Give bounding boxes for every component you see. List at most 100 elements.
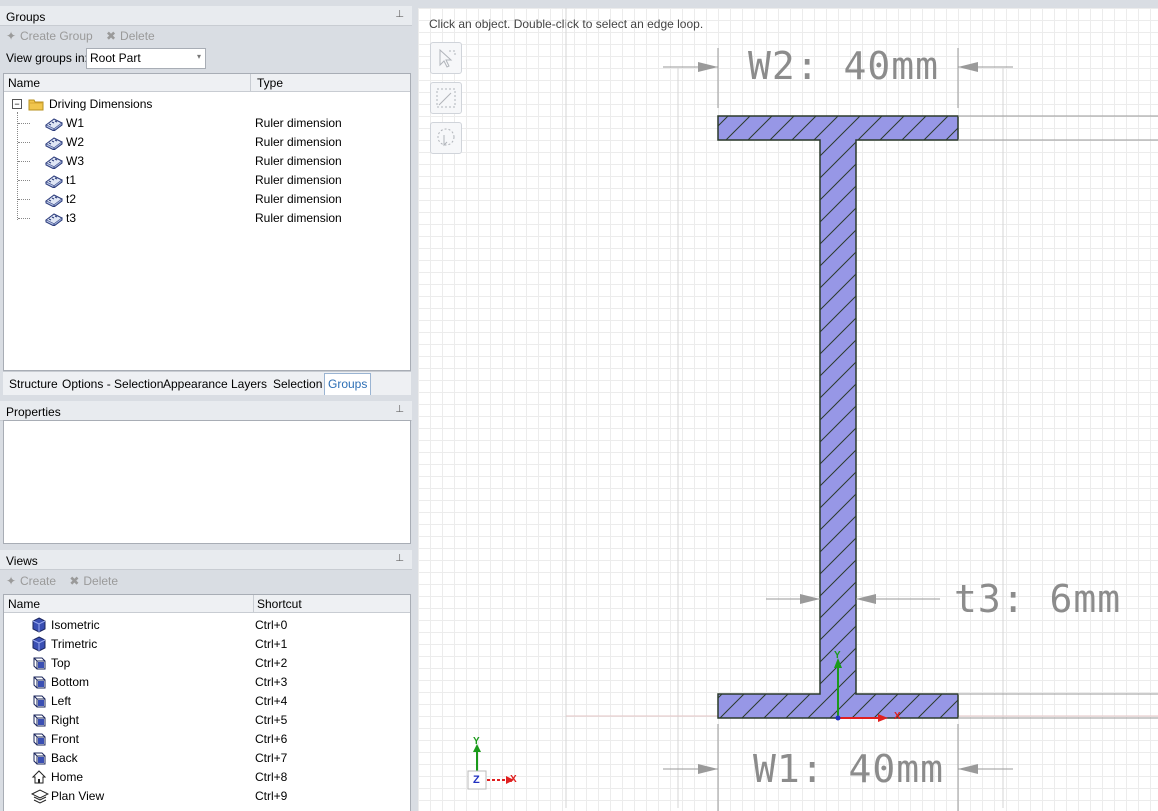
group-item-type: Ruler dimension (255, 116, 342, 130)
view-item-shortcut: Ctrl+7 (255, 751, 288, 765)
view-item-shortcut: Ctrl+2 (255, 656, 288, 670)
group-row[interactable]: t2 Ruler dimension (4, 190, 410, 209)
cube-shaded-icon (32, 636, 46, 652)
ruler-dimension-icon (45, 118, 63, 131)
view-item-left[interactable]: Left Ctrl+4 (4, 692, 410, 711)
dim-label-w2[interactable]: W2: 40mm (748, 44, 939, 88)
group-item-type: Ruler dimension (255, 211, 342, 225)
view-item-name: Front (51, 732, 80, 746)
view-item-top[interactable]: Top Ctrl+2 (4, 654, 410, 673)
view-item-trimetric[interactable]: Trimetric Ctrl+1 (4, 635, 410, 654)
view-item-name: Trimetric (51, 637, 98, 651)
view-item-name: Back (51, 751, 78, 765)
group-item-type: Ruler dimension (255, 135, 342, 149)
view-item-name: Left (51, 694, 72, 708)
view-item-name: Bottom (51, 675, 90, 689)
cube-face-icon (33, 676, 46, 689)
tab-options-selection[interactable]: Options - Selection (62, 377, 163, 391)
col-type[interactable]: Type (257, 76, 283, 90)
home-icon (31, 770, 47, 784)
ruler-dimension-icon (45, 194, 63, 207)
view-item-shortcut: Ctrl+8 (255, 770, 288, 784)
properties-panel-title: Properties ⊥ (0, 401, 412, 421)
tab-structure[interactable]: Structure (9, 377, 58, 391)
view-item-isometric[interactable]: Isometric Ctrl+0 (4, 616, 410, 635)
create-view-label: Create (20, 574, 57, 588)
create-group-label: Create Group (20, 29, 93, 43)
origin-y-label: Y (834, 650, 841, 661)
ruler-dimension-icon (45, 156, 63, 169)
properties-title: Properties (6, 405, 61, 419)
delete-view-button[interactable]: ✖ Delete (69, 574, 118, 588)
create-view-icon: ✦ (6, 574, 17, 588)
delete-group-button[interactable]: ✖ Delete (106, 29, 155, 43)
tab-appearance[interactable]: Appearance (163, 377, 228, 391)
triad-y-label: Y (473, 736, 480, 747)
view-item-right[interactable]: Right Ctrl+5 (4, 711, 410, 730)
dim-label-t3[interactable]: t3: 6mm (954, 577, 1121, 621)
view-groups-in-select[interactable]: Root Part ▾ (86, 48, 206, 69)
dim-label-w1[interactable]: W1: 40mm (753, 747, 944, 791)
group-row[interactable]: W1 Ruler dimension (4, 114, 410, 133)
view-item-bottom[interactable]: Bottom Ctrl+3 (4, 673, 410, 692)
view-item-plan-view[interactable]: Plan View Ctrl+9 (4, 787, 410, 806)
col-view-name[interactable]: Name (8, 597, 40, 611)
create-view-button[interactable]: ✦ Create (6, 574, 56, 588)
i-beam-sketch (467, 8, 1158, 811)
view-item-name: Top (51, 656, 71, 670)
collapse-toggle-icon[interactable]: − (12, 99, 22, 109)
create-group-button[interactable]: ✦ Create Group (6, 29, 93, 43)
view-item-shortcut: Ctrl+9 (255, 789, 288, 803)
groups-title: Groups (6, 10, 46, 24)
col-shortcut[interactable]: Shortcut (257, 597, 302, 611)
group-row[interactable]: W2 Ruler dimension (4, 133, 410, 152)
view-item-shortcut: Ctrl+3 (255, 675, 288, 689)
group-item-type: Ruler dimension (255, 192, 342, 206)
design-viewport[interactable]: Click an object. Double-click to select … (418, 8, 1158, 811)
group-row[interactable]: t3 Ruler dimension (4, 209, 410, 228)
delete-icon: ✖ (106, 29, 117, 43)
col-name[interactable]: Name (8, 76, 40, 90)
cube-face-icon (33, 733, 46, 746)
tab-groups[interactable]: Groups (324, 373, 372, 395)
group-item-type: Ruler dimension (255, 173, 342, 187)
chevron-down-icon: ▾ (196, 52, 201, 61)
view-item-name: Isometric (51, 618, 100, 632)
views-list-header: Name Shortcut (4, 595, 410, 613)
view-item-name: Plan View (51, 789, 105, 803)
view-item-shortcut: Ctrl+4 (255, 694, 288, 708)
pin-icon[interactable]: ⊥ (395, 9, 404, 20)
tab-selection[interactable]: Selection (273, 377, 322, 391)
group-row[interactable]: t1 Ruler dimension (4, 171, 410, 190)
view-groups-in-label: View groups in: (6, 51, 88, 65)
groups-list: Name Type − Driving Dimensions W1 Ruler d… (3, 73, 411, 371)
groups-list-header: Name Type (4, 74, 410, 92)
view-item-home[interactable]: Home Ctrl+8 (4, 768, 410, 787)
group-item-name: W2 (66, 135, 84, 149)
view-item-back[interactable]: Back Ctrl+7 (4, 749, 410, 768)
view-groups-in-value: Root Part (90, 51, 141, 65)
cube-face-icon (33, 657, 46, 670)
ruler-dimension-icon (45, 213, 63, 226)
groups-panel-title: Groups ⊥ (0, 6, 412, 26)
view-item-shortcut: Ctrl+6 (255, 732, 288, 746)
cube-face-icon (33, 714, 46, 727)
view-item-shortcut: Ctrl+0 (255, 618, 288, 632)
create-group-icon: ✦ (6, 29, 17, 43)
plan-view-icon (30, 789, 50, 804)
view-item-shortcut: Ctrl+5 (255, 713, 288, 727)
views-panel-title: Views ⊥ (0, 550, 412, 570)
delete-view-label: Delete (83, 574, 119, 588)
pin-icon[interactable]: ⊥ (395, 553, 404, 564)
ruler-dimension-icon (45, 137, 63, 150)
tree-root-driving-dimensions[interactable]: − Driving Dimensions (4, 95, 410, 114)
group-item-type: Ruler dimension (255, 154, 342, 168)
pin-icon[interactable]: ⊥ (395, 404, 404, 415)
view-item-front[interactable]: Front Ctrl+6 (4, 730, 410, 749)
group-item-name: W3 (66, 154, 84, 168)
tab-layers[interactable]: Layers (231, 377, 267, 391)
group-row[interactable]: W3 Ruler dimension (4, 152, 410, 171)
groups-toolbar: ✦ Create Group ✖ Delete (0, 26, 412, 48)
delete-group-label: Delete (120, 29, 155, 43)
cube-face-icon (33, 695, 46, 708)
